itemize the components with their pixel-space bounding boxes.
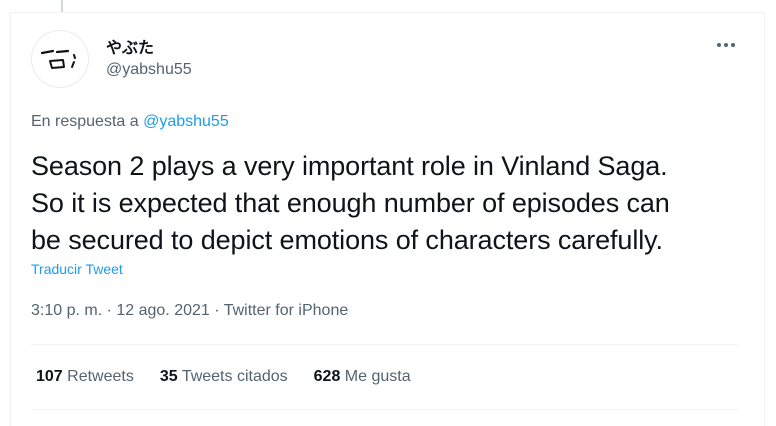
quote-tweets-count: 35 [159,368,178,385]
translate-tweet-link[interactable]: Traducir Tweet [31,261,123,277]
retweets-stat[interactable]: 107 Retweets [36,368,134,386]
display-name[interactable]: やぶた [106,34,154,58]
likes-label: Me gusta [344,368,411,385]
retweets-label: Retweets [67,368,134,385]
likes-stat[interactable]: 628 Me gusta [314,368,411,386]
tweet-source[interactable]: Twitter for iPhone [224,302,349,319]
tweet-stats: 107 Retweets 35 Tweets citados 628 Me gu… [36,368,411,386]
meta-separator: · [214,302,220,319]
reply-handle-link[interactable]: @yabshu55 [143,113,229,130]
reply-context: En respuesta a @yabshu55 [31,113,229,131]
thread-connector-line [61,0,63,12]
more-options-icon [717,43,735,47]
tweet-meta: 3:10 p. m. · 12 ago. 2021 · Twitter for … [31,302,348,320]
tweet-timestamp[interactable]: 3:10 p. m. · 12 ago. 2021 [31,302,210,319]
user-handle[interactable]: @yabshu55 [106,61,192,79]
tweet-text-line: be secured to depict emotions of charact… [31,225,663,255]
avatar-face-icon [40,49,76,69]
divider [31,344,738,345]
divider [31,409,738,410]
retweets-count: 107 [36,368,63,385]
tweet-text-line: So it is expected that enough number of … [31,188,670,218]
quote-tweets-label: Tweets citados [181,368,288,385]
tweet-text: Season 2 plays a very important role in … [31,148,751,259]
tweet-text-line: Season 2 plays a very important role in … [31,151,668,181]
reply-prefix: En respuesta a [31,113,139,130]
likes-count: 628 [313,368,341,385]
quote-tweets-stat[interactable]: 35 Tweets citados [160,368,288,386]
more-options-button[interactable] [712,34,740,56]
avatar[interactable] [31,30,89,88]
